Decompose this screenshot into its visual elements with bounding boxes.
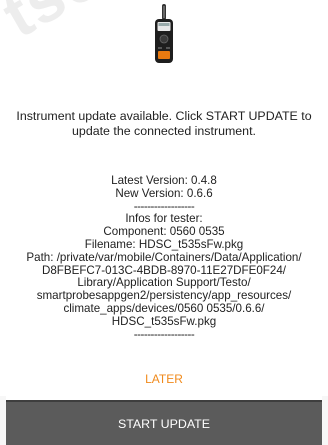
update-message: Instrument update available. Click START…: [16, 109, 312, 138]
latest-version: Latest Version: 0.4.8: [111, 174, 217, 187]
button-border-right: [322, 396, 328, 445]
version-info: Latest Version: 0.4.8 New Version: 0.6.6…: [4, 174, 324, 341]
path-line: climate_apps/devices/0560 0535/0.6.6/: [63, 301, 265, 315]
start-update-button[interactable]: START UPDATE: [6, 400, 322, 445]
separator-bottom: ------------------: [133, 327, 195, 341]
watermark: tsc: [0, 0, 112, 52]
later-button[interactable]: LATER: [0, 372, 328, 386]
new-version: New Version: 0.6.6: [115, 186, 213, 200]
path-line: Path: /private/var/mobile/Containers/Dat…: [26, 250, 302, 264]
handheld-hygrometer-icon: [150, 4, 178, 64]
filename-text: Filename: HDSC_t535sFw.pkg: [84, 237, 244, 251]
path-line: HDSC_t535sFw.pkg: [111, 314, 217, 328]
